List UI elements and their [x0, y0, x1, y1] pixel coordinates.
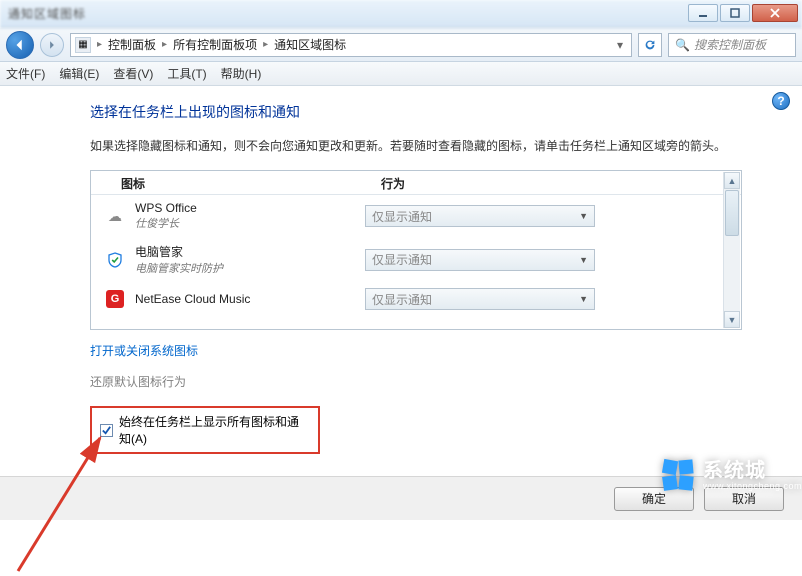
breadcrumb-seg[interactable]: 控制面板	[108, 36, 156, 53]
scroll-up-icon[interactable]: ▲	[724, 172, 740, 189]
scroll-down-icon[interactable]: ▼	[724, 311, 740, 328]
shield-icon	[105, 250, 125, 270]
chevron-down-icon: ▼	[579, 294, 588, 304]
nav-back-button[interactable]	[6, 31, 34, 59]
menu-bar: 文件(F) 编辑(E) 查看(V) 工具(T) 帮助(H)	[0, 62, 802, 86]
breadcrumb-seg[interactable]: 通知区域图标	[274, 36, 346, 53]
app-subtitle: 电脑管家实时防护	[135, 260, 365, 276]
scroll-thumb[interactable]	[725, 190, 739, 236]
wps-icon: ☁	[105, 206, 125, 226]
menu-file[interactable]: 文件(F)	[6, 65, 45, 82]
chevron-right-icon: ▸	[263, 39, 268, 50]
behavior-select[interactable]: 仅显示通知 ▼	[365, 205, 595, 227]
select-value: 仅显示通知	[372, 208, 432, 225]
search-placeholder: 搜索控制面板	[694, 36, 766, 53]
list-header: 图标 行为	[91, 171, 741, 195]
checkbox-icon[interactable]	[100, 424, 113, 437]
maximize-button[interactable]	[720, 4, 750, 22]
app-name: NetEase Cloud Music	[135, 292, 365, 306]
scrollbar[interactable]: ▲ ▼	[723, 172, 740, 328]
location-icon: ▦	[75, 37, 91, 53]
page-description: 如果选择隐藏图标和通知，则不会向您通知更改和更新。若要随时查看隐藏的图标，请单击…	[90, 136, 742, 156]
netease-icon: G	[105, 289, 125, 309]
menu-tools[interactable]: 工具(T)	[167, 65, 206, 82]
app-subtitle: 仕俊学长	[135, 215, 365, 231]
close-button[interactable]	[752, 4, 798, 22]
always-show-checkbox-row[interactable]: 始终在任务栏上显示所有图标和通知(A)	[90, 406, 320, 454]
help-icon[interactable]: ?	[772, 92, 790, 110]
chevron-down-icon: ▼	[579, 211, 588, 221]
page-heading: 选择在任务栏上出现的图标和通知	[90, 102, 742, 122]
chevron-right-icon: ▸	[97, 39, 102, 50]
address-breadcrumb[interactable]: ▦ ▸ 控制面板 ▸ 所有控制面板项 ▸ 通知区域图标 ▾	[70, 33, 632, 57]
app-name: WPS Office	[135, 201, 365, 215]
breadcrumb-dropdown-icon[interactable]: ▾	[613, 38, 627, 52]
search-icon: 🔍	[675, 38, 690, 52]
minimize-button[interactable]	[688, 4, 718, 22]
column-header-icon: 图标	[121, 175, 381, 190]
chevron-right-icon: ▸	[162, 39, 167, 50]
scroll-track[interactable]	[724, 237, 740, 311]
link-system-icons[interactable]: 打开或关闭系统图标	[90, 342, 198, 359]
checkbox-label: 始终在任务栏上显示所有图标和通知(A)	[119, 413, 310, 447]
search-input[interactable]: 🔍 搜索控制面板	[668, 33, 796, 57]
navigation-bar: ▦ ▸ 控制面板 ▸ 所有控制面板项 ▸ 通知区域图标 ▾ 🔍 搜索控制面板	[0, 28, 802, 62]
watermark: 系统城 www.xitongcheng.com	[657, 454, 802, 498]
watermark-logo-icon	[657, 454, 701, 498]
refresh-button[interactable]	[638, 33, 662, 57]
app-name: 电脑管家	[135, 243, 365, 260]
select-value: 仅显示通知	[372, 251, 432, 268]
column-header-behavior: 行为	[381, 175, 731, 190]
icons-listbox: 图标 行为 ☁ WPS Office 仕俊学长 仅显示通知 ▼	[90, 170, 742, 330]
nav-forward-button[interactable]	[40, 33, 64, 57]
menu-edit[interactable]: 编辑(E)	[59, 65, 99, 82]
breadcrumb-seg[interactable]: 所有控制面板项	[173, 36, 257, 53]
watermark-brand: 系统城	[703, 460, 802, 482]
behavior-select[interactable]: 仅显示通知 ▼	[365, 249, 595, 271]
link-restore-defaults[interactable]: 还原默认图标行为	[90, 373, 186, 390]
menu-view[interactable]: 查看(V)	[113, 65, 153, 82]
list-item: G NetEase Cloud Music 仅显示通知 ▼	[105, 282, 719, 316]
window-title: 通知区域图标	[8, 5, 86, 22]
chevron-down-icon: ▼	[579, 255, 588, 265]
watermark-url: www.xitongcheng.com	[703, 482, 802, 492]
list-item: ☁ WPS Office 仕俊学长 仅显示通知 ▼	[105, 195, 719, 237]
menu-help[interactable]: 帮助(H)	[221, 65, 262, 82]
window-titlebar: 通知区域图标	[0, 0, 802, 28]
list-item: 电脑管家 电脑管家实时防护 仅显示通知 ▼	[105, 237, 719, 282]
behavior-select[interactable]: 仅显示通知 ▼	[365, 288, 595, 310]
select-value: 仅显示通知	[372, 291, 432, 308]
